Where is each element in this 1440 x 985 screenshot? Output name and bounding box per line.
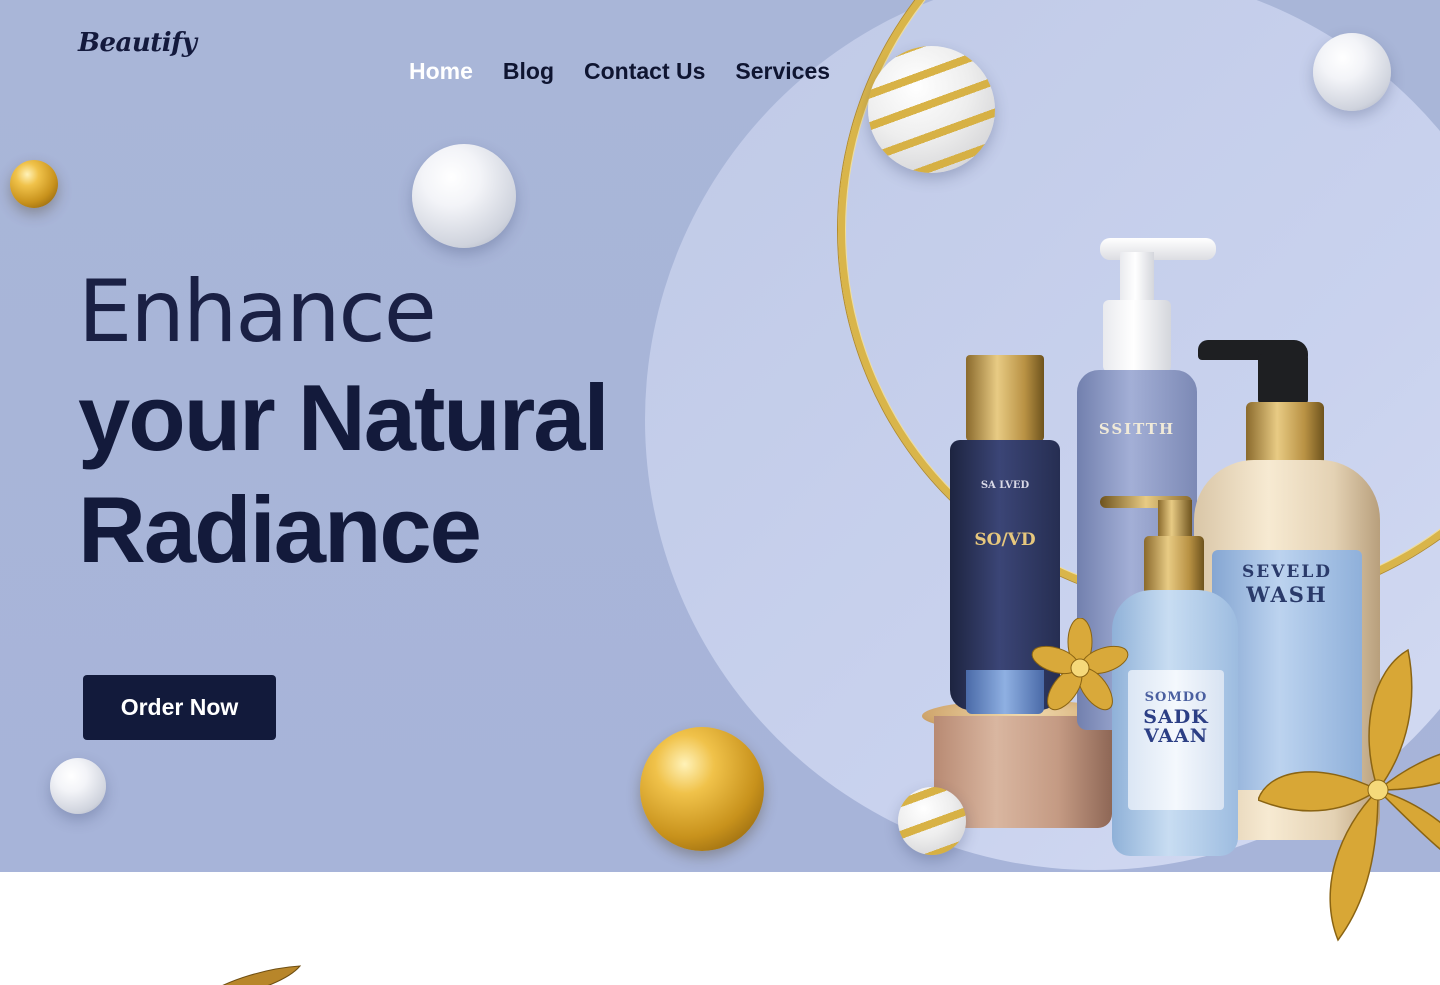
pump-neck bbox=[1103, 300, 1171, 372]
bottle-neck bbox=[1144, 536, 1204, 596]
pump-stem bbox=[1120, 252, 1154, 304]
white-sphere-icon bbox=[412, 144, 516, 248]
hero-headline: Enhance your Natural Radiance bbox=[78, 262, 610, 586]
headline-line-2: your Natural bbox=[78, 365, 610, 470]
order-now-button[interactable]: Order Now bbox=[83, 675, 276, 740]
gold-sphere-icon bbox=[10, 160, 58, 208]
wash-bottle-brand-line-2: WASH bbox=[1246, 582, 1328, 607]
nav-item-services[interactable]: Services bbox=[735, 58, 830, 85]
nav-item-contact-us[interactable]: Contact Us bbox=[584, 58, 705, 85]
striped-sphere-icon bbox=[868, 46, 995, 173]
white-sphere-icon bbox=[50, 758, 106, 814]
gold-leaf-icon bbox=[222, 965, 302, 985]
nav-item-home[interactable]: Home bbox=[409, 58, 473, 85]
bottle-neck bbox=[1246, 402, 1324, 468]
white-sphere-icon bbox=[1313, 33, 1391, 111]
nav-item-blog[interactable]: Blog bbox=[503, 58, 554, 85]
tube-brand: SO/VD bbox=[974, 530, 1036, 550]
headline-line-3: Radiance bbox=[78, 477, 482, 582]
tube-cap bbox=[966, 355, 1044, 441]
wash-bottle-brand-line-1: SEVELD bbox=[1241, 562, 1333, 582]
gold-flower-icon bbox=[1031, 618, 1129, 711]
headline-line-1: Enhance bbox=[78, 262, 437, 362]
tube-subtext: SA LVED bbox=[980, 480, 1030, 491]
gold-lily-icon bbox=[1258, 648, 1440, 942]
pump-stem bbox=[1258, 354, 1308, 404]
pump-stem bbox=[1158, 500, 1192, 540]
tall-bottle-brand: SSITTH bbox=[1098, 420, 1176, 438]
small-bottle-brand-line-2: SADK VAAN bbox=[1143, 706, 1209, 747]
small-bottle-brand-line-1: SOMDO bbox=[1144, 690, 1208, 705]
main-nav: Home Blog Contact Us Services bbox=[409, 58, 830, 85]
brand-logo[interactable]: Beautify bbox=[78, 28, 197, 58]
striped-sphere-icon bbox=[898, 787, 966, 855]
pump-head bbox=[1100, 238, 1216, 260]
hero-section: Beautify Home Blog Contact Us Services E… bbox=[0, 0, 1440, 872]
gold-sphere-icon bbox=[640, 727, 764, 851]
